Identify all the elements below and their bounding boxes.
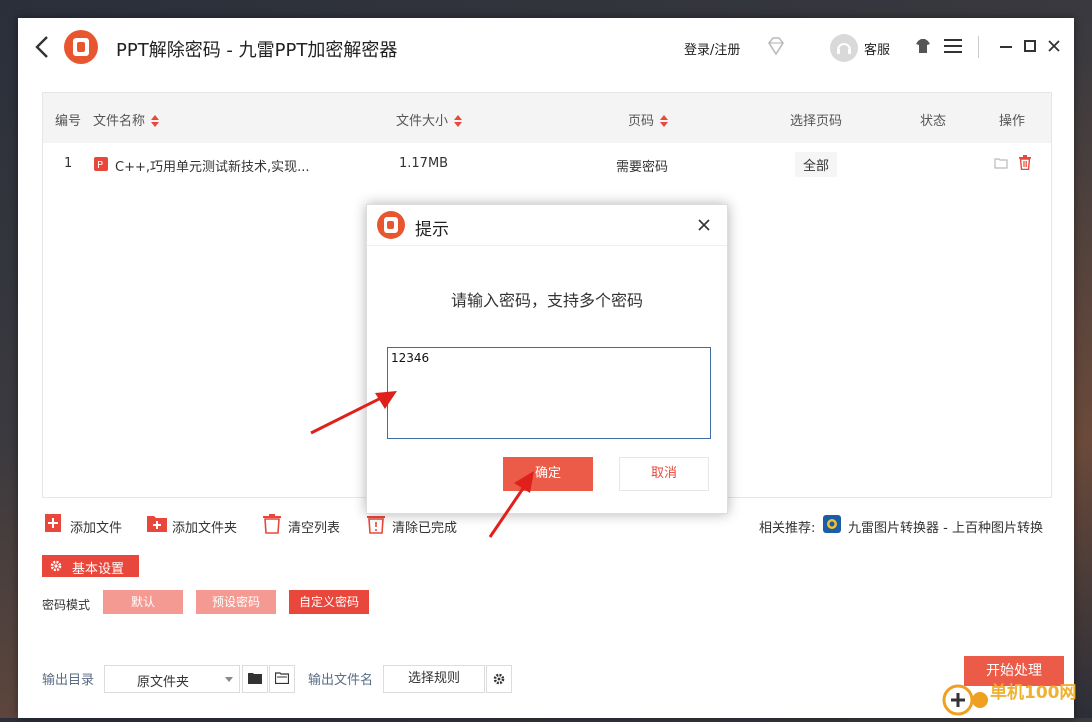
table-header: 编号 文件名称 文件大小 页码 选择页码 状态 操作 <box>43 93 1051 143</box>
watermark-url: danji100.com <box>994 700 1069 713</box>
back-arrow-icon[interactable] <box>32 34 54 60</box>
sort-icon[interactable] <box>453 114 463 128</box>
vip-diamond-icon[interactable] <box>765 35 787 57</box>
gear-icon <box>50 560 62 572</box>
skin-shirt-icon[interactable] <box>915 38 931 54</box>
cancel-button[interactable]: 取消 <box>619 457 709 491</box>
open-folder-icon[interactable] <box>994 157 1008 169</box>
delete-icon[interactable] <box>1019 155 1031 170</box>
row-file-name: C++,巧用单元测试新技术,实现... <box>115 160 310 175</box>
clear-list-button[interactable]: 清空列表 <box>263 514 343 536</box>
app-logo-icon <box>64 30 98 64</box>
add-file-label: 添加文件 <box>70 521 123 536</box>
row-file-size: 1.17MB <box>399 156 449 171</box>
watermark-logo-icon <box>942 684 988 716</box>
header-actions: 操作 <box>999 114 1026 129</box>
basic-settings-label: 基本设置 <box>72 562 125 577</box>
related-label: 相关推荐: <box>759 521 816 536</box>
output-dir-value: 原文件夹 <box>137 675 190 690</box>
dialog-logo-icon <box>377 211 405 239</box>
dialog-title: 提示 <box>415 220 449 240</box>
related-link[interactable]: 九雷图片转换器 - 上百种图片转换 <box>848 517 1043 536</box>
mode-preset-button[interactable]: 预设密码 <box>196 590 276 614</box>
browse-folder-button[interactable] <box>242 665 268 693</box>
header-select-pages: 选择页码 <box>790 114 843 129</box>
mode-default-button[interactable]: 默认 <box>103 590 183 614</box>
menu-icon[interactable] <box>944 39 962 53</box>
app-title: PPT解除密码 - 九雷PPT加密解密器 <box>116 40 398 61</box>
header-pages[interactable]: 页码 <box>628 110 669 129</box>
customer-service-label[interactable]: 客服 <box>864 39 890 58</box>
select-pages-chip[interactable]: 全部 <box>795 152 838 177</box>
image-converter-icon[interactable] <box>823 515 841 533</box>
watermark: 单机100网 danji100.com <box>940 676 1092 718</box>
add-folder-icon <box>147 516 167 532</box>
password-input[interactable]: 12346 <box>387 347 711 439</box>
clear-done-icon <box>367 516 385 534</box>
sort-icon[interactable] <box>150 114 160 128</box>
title-bar-divider <box>978 36 979 58</box>
rule-settings-button[interactable] <box>486 665 512 693</box>
output-dir-label: 输出目录 <box>42 673 95 688</box>
table-row[interactable]: 1 P C++,巧用单元测试新技术,实现... 1.17MB 需要密码 全部 <box>43 143 1051 185</box>
password-dialog: 提示 请输入密码，支持多个密码 12346 确定 取消 <box>366 204 728 514</box>
close-icon[interactable] <box>1044 36 1064 56</box>
output-dir-select[interactable]: 原文件夹 <box>104 665 240 693</box>
header-file-name[interactable]: 文件名称 <box>93 110 160 129</box>
header-file-size[interactable]: 文件大小 <box>396 110 463 129</box>
minimize-icon[interactable] <box>996 36 1016 56</box>
dialog-message: 请输入密码，支持多个密码 <box>450 291 643 310</box>
mode-custom-button[interactable]: 自定义密码 <box>289 590 369 614</box>
password-mode-label: 密码模式 <box>42 598 91 612</box>
confirm-button[interactable]: 确定 <box>503 457 593 491</box>
basic-settings-tab[interactable]: 基本设置 <box>42 555 139 577</box>
add-file-icon <box>45 514 61 532</box>
add-folder-button[interactable]: 添加文件夹 <box>147 514 242 536</box>
customer-service-icon[interactable] <box>830 34 858 62</box>
folder-icon <box>248 673 262 684</box>
clear-done-label: 清除已完成 <box>392 521 458 536</box>
output-name-label: 输出文件名 <box>308 673 374 688</box>
maximize-icon[interactable] <box>1020 36 1040 56</box>
title-bar: PPT解除密码 - 九雷PPT加密解密器 登录/注册 客服 <box>18 18 1074 76</box>
trash-icon <box>263 514 281 534</box>
row-pages: 需要密码 <box>616 160 669 175</box>
action-bar: 添加文件 添加文件夹 清空列表 清除已完成 相关推荐: 九雷图片转换器 - 上百… <box>42 514 1052 538</box>
add-file-button[interactable]: 添加文件 <box>45 514 125 536</box>
row-index: 1 <box>64 156 73 171</box>
clear-list-label: 清空列表 <box>288 521 341 536</box>
header-status: 状态 <box>920 114 947 129</box>
chevron-down-icon <box>225 677 233 682</box>
select-rule-button[interactable]: 选择规则 <box>383 665 485 693</box>
clear-done-button[interactable]: 清除已完成 <box>367 514 462 536</box>
add-folder-label: 添加文件夹 <box>172 521 238 536</box>
dialog-header: 提示 <box>367 205 727 246</box>
login-register-link[interactable]: 登录/注册 <box>684 39 740 58</box>
sort-icon[interactable] <box>659 114 669 128</box>
svg-text:P: P <box>97 160 103 171</box>
ppt-file-icon: P <box>94 157 108 171</box>
open-output-folder-button[interactable] <box>269 665 295 693</box>
open-folder-icon <box>275 672 289 684</box>
header-index: 编号 <box>55 114 82 129</box>
dialog-close-icon[interactable] <box>697 218 711 232</box>
gear-icon <box>493 673 505 685</box>
